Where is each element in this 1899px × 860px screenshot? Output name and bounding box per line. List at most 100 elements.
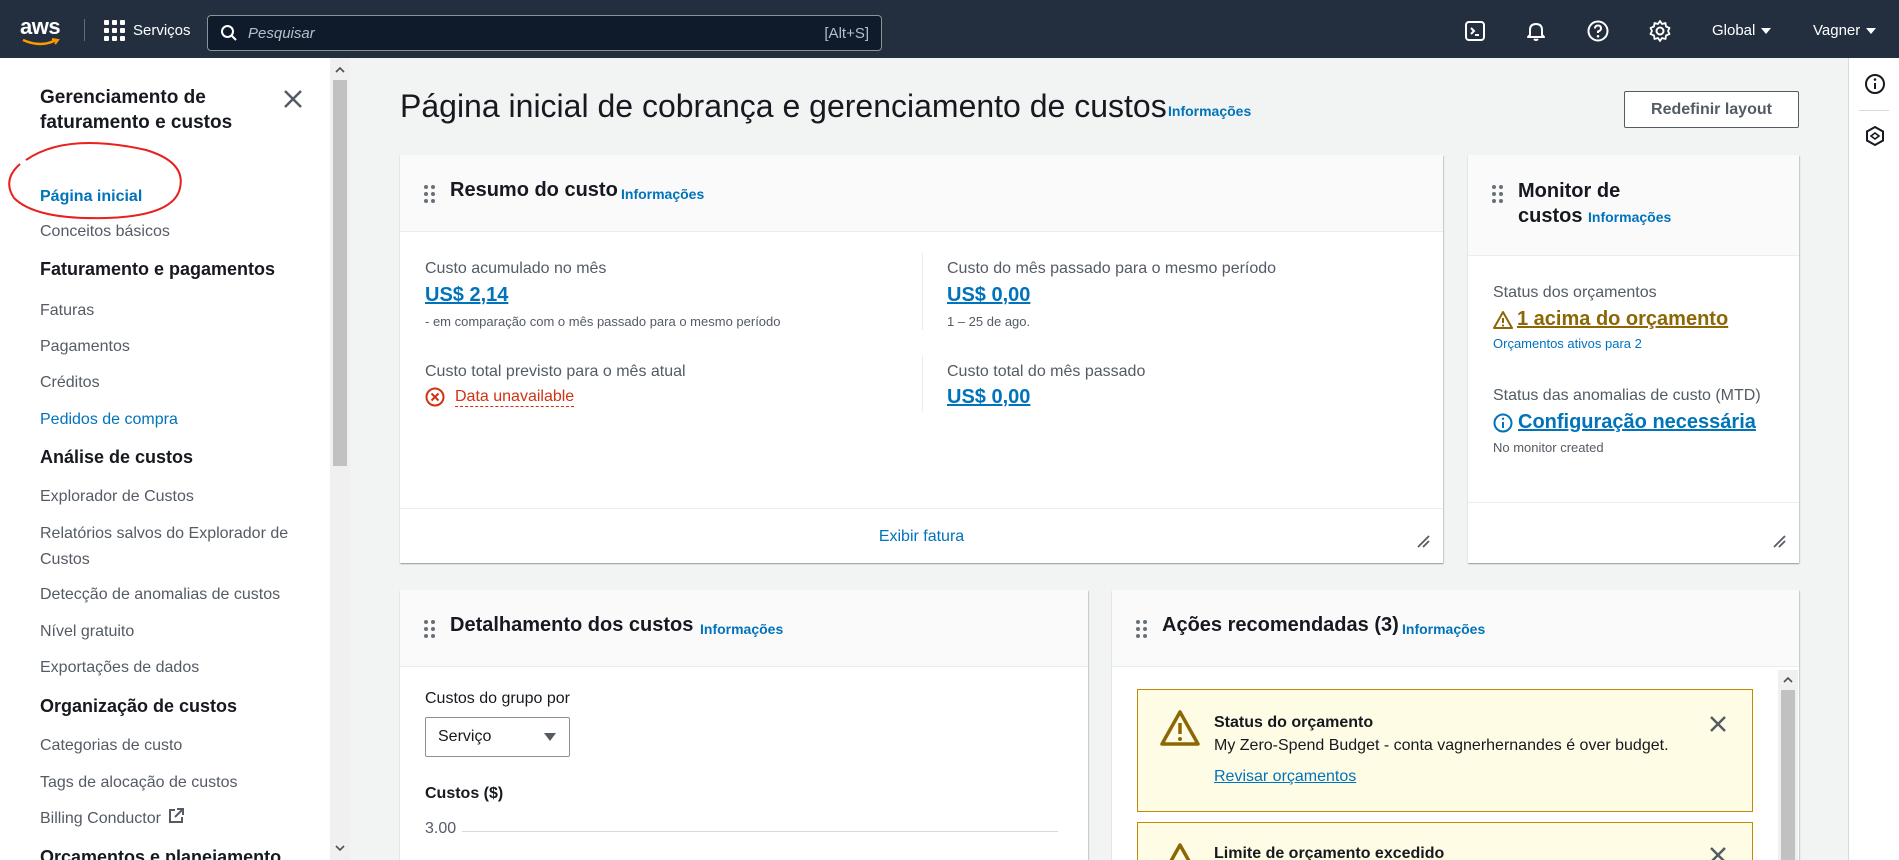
- sidebar-section-analise: Análise de custos: [40, 447, 194, 467]
- aws-logo-text: aws: [20, 14, 61, 39]
- user-menu[interactable]: Vagner: [1813, 22, 1877, 39]
- card-footer-divider: [400, 508, 1443, 509]
- configuration-required-link[interactable]: Configuração necessária: [1518, 411, 1756, 434]
- column-divider: [922, 253, 923, 330]
- sidebar-item-faturas[interactable]: Faturas: [40, 298, 300, 324]
- gear-icon[interactable]: [1648, 19, 1672, 43]
- forecast-unavailable-text[interactable]: Data unavailable: [455, 388, 575, 407]
- cost-breakdown-info-link[interactable]: Informações: [700, 621, 783, 637]
- anomaly-status-value: Configuração necessária: [1493, 411, 1756, 434]
- rail-divider: [1859, 110, 1889, 111]
- side-nav-title: Gerenciamento de faturamento e custos: [40, 87, 233, 133]
- services-menu-button[interactable]: Serviços: [104, 20, 191, 41]
- search-icon: [221, 25, 237, 41]
- resize-handle-icon[interactable]: [1415, 533, 1431, 549]
- warning-icon: [1169, 843, 1191, 860]
- close-icon[interactable]: [282, 88, 304, 110]
- sidebar-item-deteccao-anomalias[interactable]: Detecção de anomalias de custos: [40, 582, 300, 608]
- info-icon[interactable]: [1864, 73, 1886, 95]
- group-by-label: Custos do grupo por: [425, 690, 570, 707]
- sidebar-section-faturamento: Faturamento e pagamentos: [40, 259, 276, 279]
- chart-gridline: [462, 831, 1058, 832]
- sidebar-item-nivel-gratuito[interactable]: Nível gratuito: [40, 619, 300, 645]
- drag-handle-icon[interactable]: [424, 185, 435, 203]
- last-period-label: Custo do mês passado para o mesmo períod…: [947, 260, 1277, 277]
- cost-breakdown-card: Detalhamento dos custos Informações Cust…: [400, 590, 1088, 860]
- cost-monitor-info-link[interactable]: Informações: [1588, 209, 1671, 225]
- card-header: Ações recomendadas (3) Informações: [1112, 590, 1799, 667]
- active-budgets-link[interactable]: Orçamentos ativos para 2: [1493, 336, 1642, 351]
- hexagon-icon[interactable]: [1864, 125, 1886, 147]
- top-navigation-bar: aws Serviços [Alt+S] G: [0, 0, 1899, 58]
- review-budgets-link[interactable]: Revisar orçamentos: [1214, 768, 1356, 786]
- cost-summary-info-link[interactable]: Informações: [621, 186, 704, 202]
- column-divider: [922, 355, 923, 412]
- page-info-link[interactable]: Informações: [1168, 103, 1251, 119]
- last-period-value[interactable]: US$ 0,00: [947, 284, 1030, 307]
- sidebar-item-conceitos-basicos[interactable]: Conceitos básicos: [40, 219, 300, 245]
- cost-monitor-title-line1: Monitor de: [1518, 180, 1621, 202]
- region-selector[interactable]: Global: [1712, 22, 1772, 39]
- sidebar-item-categorias[interactable]: Categorias de custo: [40, 733, 300, 759]
- reset-layout-button[interactable]: Redefinir layout: [1624, 91, 1799, 128]
- sidebar-item-pagina-inicial[interactable]: Página inicial: [40, 184, 300, 210]
- scroll-up-icon[interactable]: [1782, 674, 1794, 686]
- close-icon[interactable]: [1708, 714, 1728, 734]
- group-by-select[interactable]: Serviço: [425, 717, 570, 757]
- side-nav-scrollbar[interactable]: [330, 58, 350, 860]
- resize-handle-icon[interactable]: [1771, 533, 1787, 549]
- view-bill-link[interactable]: Exibir fatura: [400, 528, 1443, 546]
- cost-monitor-card: Monitor de custos Informações Status dos…: [1468, 155, 1799, 563]
- budget-exceeded-alert: Limite de orçamento excedido: [1137, 822, 1753, 860]
- card-header: Monitor de custos Informações: [1468, 155, 1799, 256]
- bell-icon[interactable]: [1524, 19, 1548, 43]
- last-month-value[interactable]: US$ 0,00: [947, 386, 1030, 409]
- help-icon[interactable]: [1586, 19, 1610, 43]
- alert-title: Limite de orçamento excedido: [1214, 845, 1445, 860]
- cost-summary-card: Resumo do custo Informações Custo acumul…: [400, 155, 1443, 563]
- search-bar[interactable]: [Alt+S]: [207, 15, 882, 51]
- sidebar-item-exportacoes[interactable]: Exportações de dados: [40, 655, 300, 681]
- billing-conductor-label: Billing Conductor: [40, 810, 161, 827]
- mtd-cost-value[interactable]: US$ 2,14: [425, 284, 508, 307]
- search-input[interactable]: [248, 24, 825, 42]
- sidebar-item-pedidos-de-compra[interactable]: Pedidos de compra: [40, 407, 300, 433]
- forecast-label: Custo total previsto para o mês atual: [425, 363, 686, 380]
- info-circle-icon: [1493, 413, 1513, 432]
- close-icon[interactable]: [1708, 845, 1728, 860]
- sidebar-item-relatorios-salvos[interactable]: Relatórios salvos do Explorador de Custo…: [40, 521, 300, 573]
- card-footer-divider: [1468, 502, 1799, 503]
- cost-breakdown-title: Detalhamento dos custos: [450, 614, 694, 636]
- alert-text: My Zero-Spend Budget - conta vagnerherna…: [1214, 737, 1669, 754]
- recommended-scrollbar[interactable]: [1778, 670, 1798, 860]
- scrollbar-thumb[interactable]: [1781, 690, 1795, 860]
- card-header: Detalhamento dos custos Informações: [400, 590, 1088, 667]
- sidebar-item-creditos[interactable]: Créditos: [40, 370, 300, 396]
- scroll-down-icon[interactable]: [334, 842, 346, 854]
- sidebar-item-billing-conductor[interactable]: Billing Conductor: [40, 806, 300, 832]
- sidebar-item-tags[interactable]: Tags de alocação de custos: [40, 770, 300, 796]
- warning-icon: [1493, 310, 1513, 329]
- caret-down-icon: [1761, 27, 1772, 34]
- region-label: Global: [1712, 22, 1756, 39]
- drag-handle-icon[interactable]: [1136, 620, 1147, 638]
- drag-handle-icon[interactable]: [1492, 185, 1503, 203]
- forecast-value: Data unavailable: [425, 387, 575, 407]
- over-budget-link[interactable]: 1 acima do orçamento: [1517, 308, 1728, 331]
- aws-smile-icon: [22, 38, 60, 46]
- sidebar-item-pagamentos[interactable]: Pagamentos: [40, 334, 300, 360]
- scroll-up-icon[interactable]: [334, 64, 346, 76]
- cost-monitor-title-text: custos: [1518, 205, 1583, 227]
- scrollbar-thumb[interactable]: [333, 80, 347, 466]
- group-by-value: Serviço: [438, 728, 492, 745]
- card-header: Resumo do custo Informações: [400, 155, 1443, 232]
- recommended-actions-info-link[interactable]: Informações: [1402, 621, 1485, 637]
- drag-handle-icon[interactable]: [424, 620, 435, 638]
- recommended-actions-card: Ações recomendadas (3) Informações Statu…: [1112, 590, 1799, 860]
- sidebar-item-explorador[interactable]: Explorador de Custos: [40, 484, 300, 510]
- cost-summary-title: Resumo do custo: [450, 179, 618, 201]
- budget-status-value: 1 acima do orçamento: [1493, 308, 1728, 331]
- aws-logo[interactable]: aws: [20, 14, 64, 46]
- cloudshell-icon[interactable]: [1463, 19, 1487, 43]
- last-month-label: Custo total do mês passado: [947, 363, 1146, 380]
